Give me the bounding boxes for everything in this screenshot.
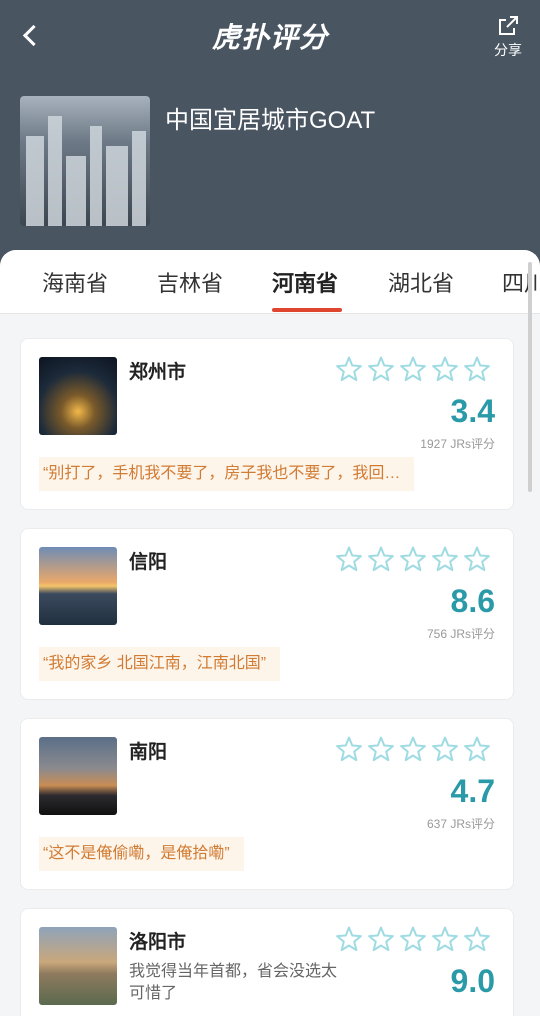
app-title: 虎扑评分 (211, 22, 328, 53)
city-card[interactable]: 洛阳市 我觉得当年首都，省会没选太可惜了 9.0 (20, 908, 514, 1016)
city-score: 9.0 (450, 963, 495, 999)
star-icon[interactable] (432, 356, 458, 382)
star-icon[interactable] (336, 546, 362, 572)
star-icon[interactable] (400, 926, 426, 952)
star-icon[interactable] (368, 736, 394, 762)
tab-jilin[interactable]: 吉林省 (157, 266, 223, 298)
star-icon[interactable] (336, 356, 362, 382)
list-title: 中国宜居城市GOAT (165, 107, 376, 134)
city-description: 我觉得当年首都，省会没选太可惜了 (129, 963, 338, 1002)
star-icon[interactable] (432, 546, 458, 572)
rating-count: 637 JRs评分 (426, 817, 495, 831)
star-icon[interactable] (336, 926, 362, 952)
city-score: 3.4 (450, 393, 495, 429)
tab-hainan[interactable]: 海南省 (42, 266, 108, 298)
city-thumbnail (39, 547, 117, 625)
star-icon[interactable] (464, 736, 490, 762)
star-icon[interactable] (464, 546, 490, 572)
rating-stars[interactable] (335, 355, 495, 383)
rating-stars[interactable] (335, 925, 495, 953)
city-thumbnail (39, 357, 117, 435)
province-tabs: 海南省 吉林省 河南省 湖北省 四川 (0, 250, 540, 314)
star-icon[interactable] (432, 926, 458, 952)
content-sheet: 海南省 吉林省 河南省 湖北省 四川 郑州市 3.4 1927 JRs评分 “别… (0, 250, 540, 1016)
city-card[interactable]: 南阳 4.7 637 JRs评分 “这不是俺偷嘞，是俺拾嘞” (20, 718, 514, 890)
star-icon[interactable] (432, 736, 458, 762)
top-comment[interactable]: “我的家乡 北国江南，江南北国” (39, 647, 281, 681)
star-icon[interactable] (368, 356, 394, 382)
star-icon[interactable] (400, 546, 426, 572)
share-button[interactable]: 分享 (488, 12, 528, 60)
city-card[interactable]: 信阳 8.6 756 JRs评分 “我的家乡 北国江南，江南北国” (20, 528, 514, 700)
rating-stars[interactable] (335, 735, 495, 763)
rating-count: 756 JRs评分 (426, 627, 495, 641)
tab-sichuan[interactable]: 四川 (502, 266, 540, 298)
city-score: 8.6 (450, 583, 495, 619)
share-label: 分享 (494, 42, 522, 58)
active-tab-indicator (272, 308, 342, 312)
scrollbar[interactable] (528, 262, 532, 492)
header: 虎扑评分 分享 中国宜居城市GOAT (0, 0, 540, 275)
city-name: 洛阳市 (129, 932, 187, 953)
tab-henan[interactable]: 河南省 (272, 266, 338, 298)
city-name: 信阳 (129, 552, 168, 573)
city-thumbnail (39, 737, 117, 815)
city-name: 南阳 (129, 742, 168, 763)
city-thumbnail (39, 927, 117, 1005)
city-name: 郑州市 (129, 362, 187, 383)
rating-stars[interactable] (335, 545, 495, 573)
star-icon[interactable] (464, 356, 490, 382)
star-icon[interactable] (400, 356, 426, 382)
top-comment[interactable]: “这不是俺偷嘞，是俺拾嘞” (39, 837, 244, 871)
tab-hubei[interactable]: 湖北省 (388, 266, 454, 298)
star-icon[interactable] (368, 546, 394, 572)
star-icon[interactable] (464, 926, 490, 952)
star-icon[interactable] (336, 736, 362, 762)
star-icon[interactable] (400, 736, 426, 762)
rating-count: 1927 JRs评分 (420, 437, 495, 451)
cover-image (20, 96, 150, 226)
city-score: 4.7 (450, 773, 495, 809)
share-icon (499, 16, 518, 35)
star-icon[interactable] (368, 926, 394, 952)
top-comment[interactable]: “别打了，手机我不要了，房子我也不要了，我回… (39, 457, 415, 491)
city-card[interactable]: 郑州市 3.4 1927 JRs评分 “别打了，手机我不要了，房子我也不要了，我… (20, 338, 514, 510)
